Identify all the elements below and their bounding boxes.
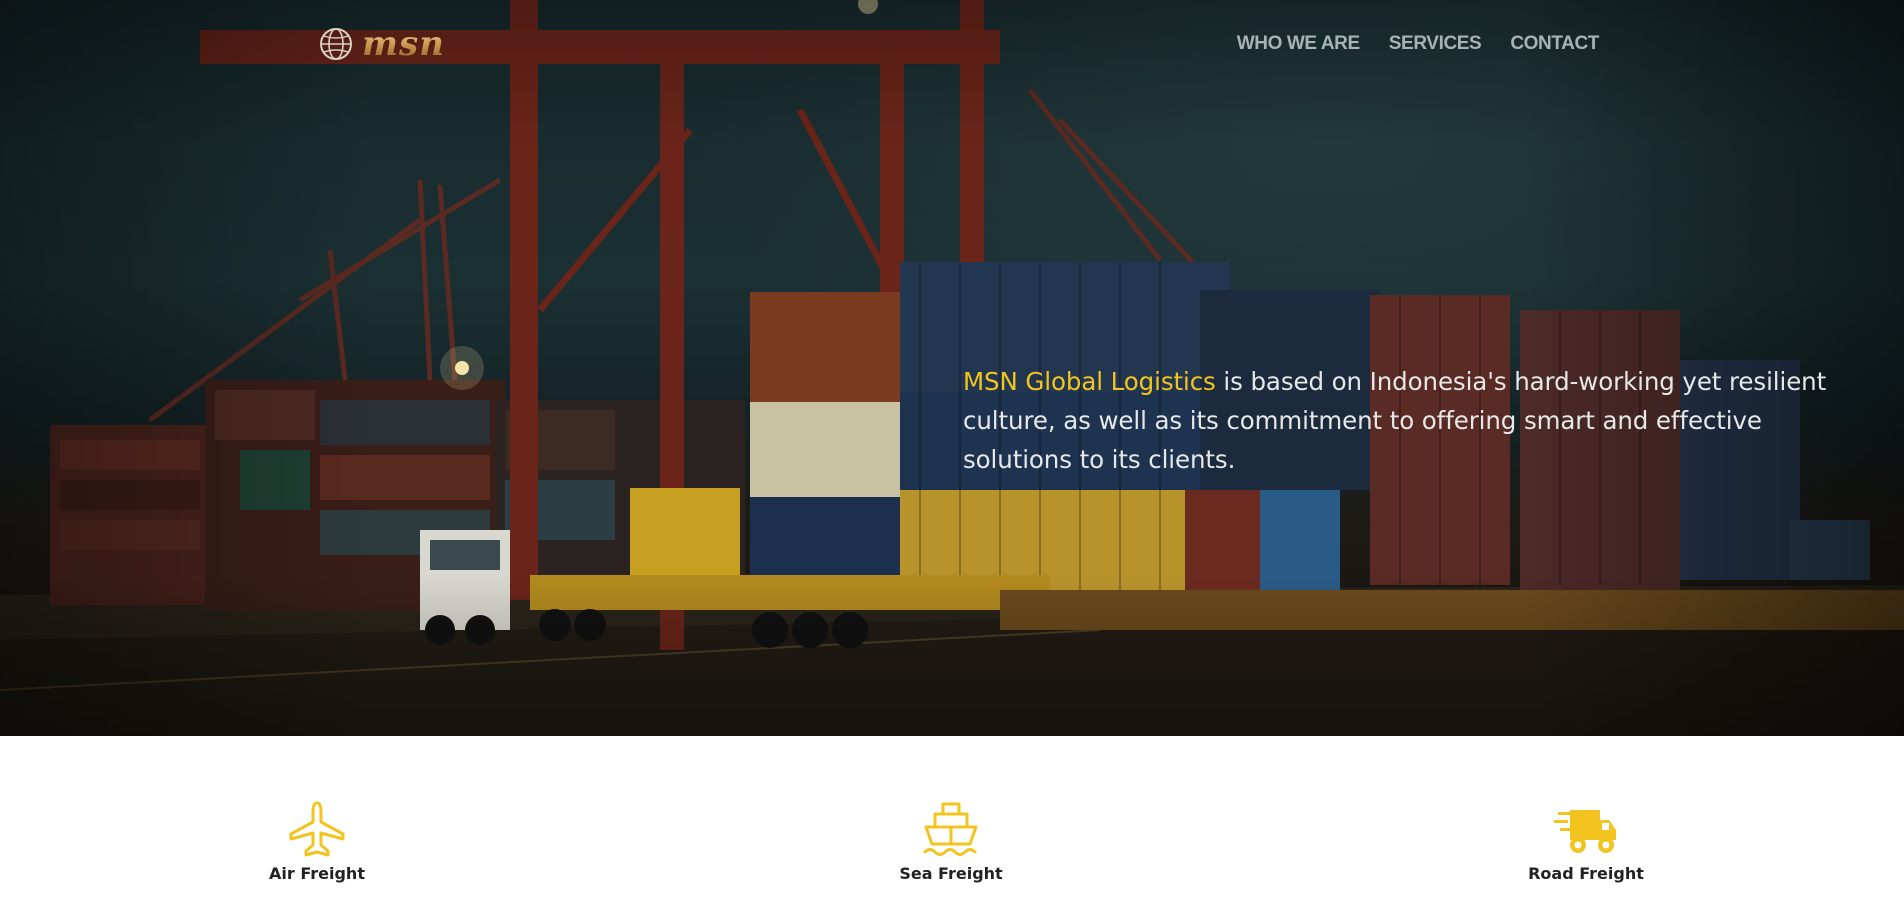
nav-contact[interactable]: CONTACT [1510,33,1599,55]
truck-icon [1554,800,1618,858]
logo-text: msn [362,24,445,64]
globe-icon [320,28,352,60]
service-road-freight[interactable]: Road Freight [1476,800,1696,883]
service-sea-freight[interactable]: Sea Freight [841,800,1061,883]
service-air-freight[interactable]: Air Freight [207,800,427,883]
service-label: Sea Freight [899,864,1003,883]
hero-brand-name: MSN Global Logistics [963,367,1216,396]
main-nav: WHO WE ARE SERVICES CONTACT [1237,33,1600,55]
airplane-icon [285,800,349,858]
service-label: Road Freight [1528,864,1644,883]
nav-services[interactable]: SERVICES [1389,33,1482,55]
nav-who-we-are[interactable]: WHO WE ARE [1237,33,1360,55]
site-logo[interactable]: msn [318,24,458,64]
hero-tagline: MSN Global Logistics is based on Indones… [963,362,1843,479]
service-label: Air Freight [269,864,365,883]
ship-icon [919,800,983,858]
